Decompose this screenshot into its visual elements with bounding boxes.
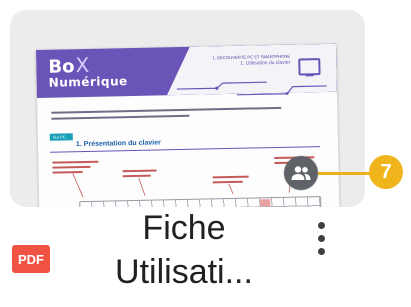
callout-number-badge: 7: [369, 155, 403, 189]
pdf-file-icon: PDF: [12, 245, 50, 273]
computer-screen-icon: [298, 58, 321, 76]
file-name-line2: Utilisati...: [115, 253, 253, 291]
people-icon: [291, 166, 311, 180]
document-title: 1. DÉCOUVERTE PC ET SMARTPHONE 1. Utilis…: [212, 53, 291, 67]
boxnumerique-logo-subtitle: Numérique: [48, 74, 128, 90]
keyboard-callout-labels: [52, 156, 315, 198]
section-tag: Sur PC: [49, 133, 73, 141]
circuit-decoration: [176, 81, 327, 96]
file-name[interactable]: Fiche Utilisati...: [84, 206, 284, 294]
section-title: 1. Présentation du clavier: [75, 139, 161, 149]
more-vert-icon: [317, 221, 325, 255]
intro-text: [51, 106, 282, 124]
more-options-button[interactable]: [307, 212, 335, 264]
shared-indicator: [284, 156, 318, 190]
file-name-line1: Fiche: [142, 209, 226, 247]
callout-connector: [318, 172, 370, 175]
